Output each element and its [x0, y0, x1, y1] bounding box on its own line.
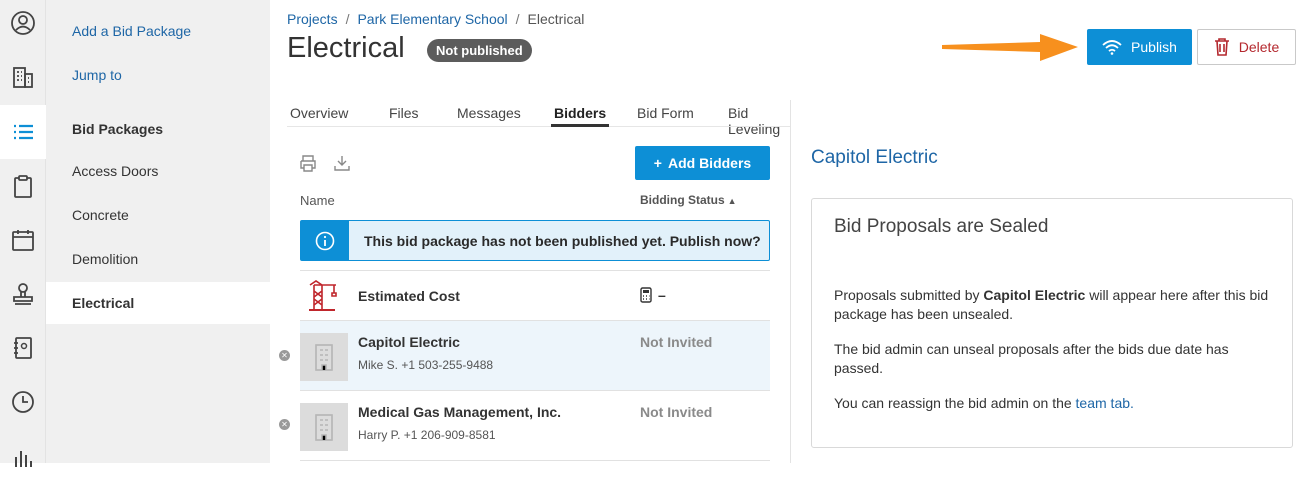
rail-calendar[interactable] [0, 213, 46, 267]
page-title: Electrical [287, 32, 405, 64]
tabs-divider [287, 126, 790, 127]
remove-bidder-icon[interactable]: ✕ [279, 350, 290, 361]
team-tab-link[interactable]: team tab. [1076, 395, 1134, 411]
tab-messages[interactable]: Messages [457, 105, 521, 121]
tab-bar: Overview Files Messages Bidders Bid Form… [287, 100, 790, 137]
column-header-status-label: Bidding Status [640, 193, 725, 207]
alert-icon-box [301, 221, 349, 260]
trash-icon [1214, 38, 1229, 56]
bidder-name: Medical Gas Management, Inc. [358, 404, 562, 420]
calendar-icon [12, 230, 34, 251]
tab-overview[interactable]: Overview [290, 105, 348, 121]
breadcrumb-projects[interactable]: Projects [287, 11, 338, 27]
jump-to-link[interactable]: Jump to [72, 67, 122, 83]
stamp-icon [13, 283, 33, 305]
estimated-cost-label: Estimated Cost [358, 288, 460, 304]
add-bidders-button[interactable]: + Add Bidders [635, 146, 770, 180]
breadcrumb-project[interactable]: Park Elementary School [357, 11, 507, 27]
plus-icon: + [653, 155, 662, 171]
remove-bidder-icon[interactable]: ✕ [279, 419, 290, 430]
row-divider [300, 270, 770, 271]
estimated-cost-amount: – [658, 287, 666, 303]
clock-icon [12, 391, 34, 413]
bidder-row[interactable]: Capitol Electric Mike S. +1 503-255-9488… [300, 321, 770, 391]
publish-label: Publish [1131, 39, 1177, 55]
bar-chart-icon [15, 451, 32, 467]
sidebar-item-access-doors[interactable]: Access Doors [46, 150, 270, 192]
tab-bid-form[interactable]: Bid Form [637, 105, 694, 121]
rail-list[interactable] [0, 105, 46, 159]
delete-button[interactable]: Delete [1197, 29, 1296, 65]
sidebar-item-concrete[interactable]: Concrete [46, 194, 270, 236]
bidder-name: Capitol Electric [358, 334, 460, 350]
status-badge: Not published [427, 39, 532, 62]
panel-divider [790, 100, 791, 463]
breadcrumb-separator: / [345, 11, 350, 27]
crane-icon [309, 280, 337, 311]
card-paragraph-3: You can reassign the bid admin on the te… [834, 394, 1279, 413]
tab-bid-leveling[interactable]: Bid Leveling [728, 105, 790, 137]
building-icon [315, 414, 333, 441]
estimated-cost-value[interactable]: – [640, 287, 666, 303]
column-header-status[interactable]: Bidding Status ▲ [640, 193, 737, 207]
card-title: Bid Proposals are Sealed [834, 216, 1049, 237]
add-bidders-label: Add Bidders [667, 155, 752, 171]
column-header-name[interactable]: Name [300, 193, 335, 208]
print-icon[interactable] [299, 154, 317, 172]
card-paragraph-2: The bid admin can unseal proposals after… [834, 341, 1229, 376]
rail-notebook[interactable] [0, 321, 46, 375]
building-icon [315, 344, 333, 371]
bidder-detail-title: Capitol Electric [811, 147, 938, 168]
card-p1-company: Capitol Electric [983, 287, 1086, 303]
rail-reports[interactable] [0, 429, 46, 483]
info-icon [315, 231, 335, 250]
bidder-row[interactable]: Medical Gas Management, Inc. Harry P. +1… [300, 391, 770, 461]
tab-files[interactable]: Files [389, 105, 419, 121]
company-logo-placeholder [300, 403, 348, 451]
bidder-status: Not Invited [640, 404, 713, 420]
add-bid-package-link[interactable]: Add a Bid Package [72, 23, 191, 39]
sidebar-section-title: Bid Packages [72, 121, 164, 137]
clipboard-icon [14, 175, 32, 198]
row-divider [300, 460, 770, 461]
bidder-contact: Harry P. +1 206-909-8581 [358, 428, 496, 442]
wifi-icon [1102, 40, 1122, 55]
list-icon [14, 124, 33, 140]
alert-text: This bid package has not been published … [364, 233, 761, 249]
calculator-icon [640, 287, 652, 303]
card-p3-pre: You can reassign the bid admin on the [834, 395, 1076, 411]
download-icon[interactable] [333, 154, 351, 172]
delete-label: Delete [1238, 39, 1280, 55]
active-tab-indicator [551, 124, 609, 127]
company-logo-placeholder [300, 333, 348, 381]
bidder-status: Not Invited [640, 334, 713, 350]
rail-clipboard[interactable] [0, 159, 46, 213]
rail-company[interactable] [0, 50, 46, 104]
publish-alert[interactable]: This bid package has not been published … [300, 220, 770, 261]
card-p1-pre: Proposals submitted by [834, 287, 984, 303]
breadcrumb-current: Electrical [527, 11, 585, 27]
publish-button[interactable]: Publish [1087, 29, 1192, 65]
bidder-contact: Mike S. +1 503-255-9488 [358, 358, 494, 372]
card-paragraph-1: Proposals submitted by Capitol Electric … [834, 286, 1279, 324]
user-circle-icon [11, 11, 35, 35]
rail-history[interactable] [0, 375, 46, 429]
sealed-proposals-card: Bid Proposals are Sealed Proposals submi… [811, 198, 1293, 448]
address-book-icon [14, 337, 32, 359]
icon-rail [0, 0, 46, 467]
sort-up-icon: ▲ [727, 196, 737, 206]
bid-packages-sidebar: Add a Bid Package Jump to Bid Packages A… [46, 0, 270, 463]
tab-bidders[interactable]: Bidders [554, 105, 606, 121]
building-icon [13, 67, 33, 88]
sidebar-item-electrical[interactable]: Electrical [46, 282, 270, 324]
sidebar-item-demolition[interactable]: Demolition [46, 238, 270, 280]
breadcrumb: Projects / Park Elementary School / Electric… [287, 11, 584, 27]
rail-profile[interactable] [0, 0, 46, 50]
rail-stamp[interactable] [0, 267, 46, 321]
arrow-annotation-icon [942, 34, 1078, 61]
breadcrumb-separator: / [515, 11, 520, 27]
